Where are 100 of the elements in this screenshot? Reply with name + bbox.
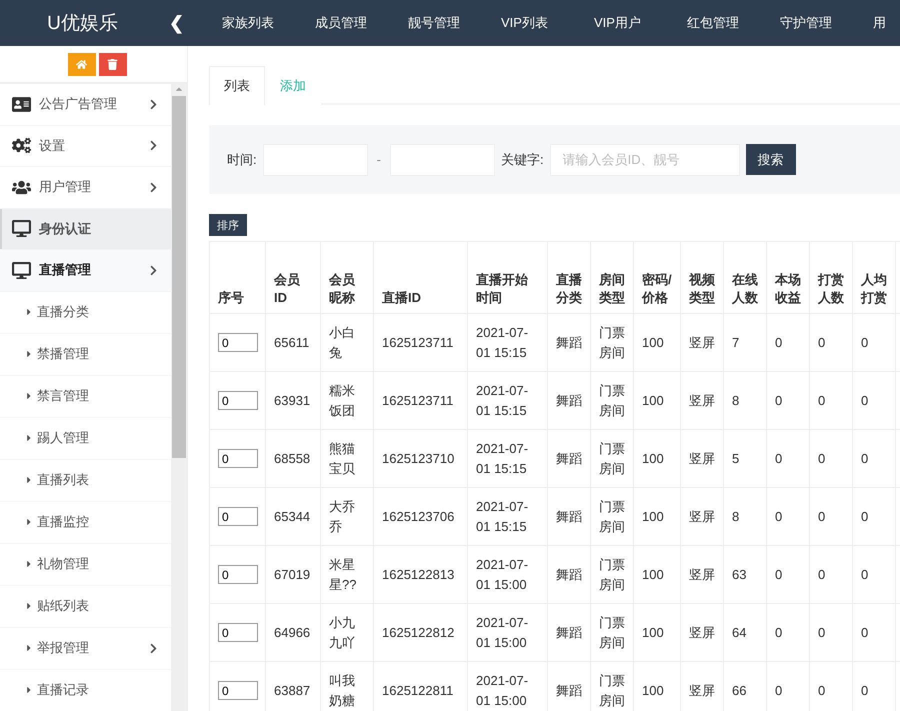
table-cell: 门票房间	[599, 383, 625, 418]
time-label: 时间:	[227, 150, 257, 168]
order-input[interactable]: 0	[218, 391, 258, 410]
table-cell: 0	[861, 392, 868, 408]
table-cell: 舞蹈	[556, 508, 582, 524]
column-header: 人均打赏	[852, 242, 896, 314]
scrollbar[interactable]	[171, 84, 187, 711]
table-cell: 100	[642, 334, 664, 350]
table-cell: 小白兔	[329, 325, 355, 360]
table-cell: 0	[818, 392, 826, 408]
search-button[interactable]: 搜索	[746, 144, 796, 175]
table-cell: 熊猫宝贝	[329, 441, 355, 476]
table-cell: 舞蹈	[556, 334, 582, 350]
order-input[interactable]: 0	[218, 681, 258, 700]
sidebar-item[interactable]: 身份认证	[0, 208, 172, 250]
app-logo: U优娱乐	[46, 12, 119, 36]
column-header: 房间类型	[590, 242, 634, 314]
column-header: 在线人数	[724, 242, 766, 314]
order-input[interactable]: 0	[218, 565, 258, 584]
order-input[interactable]: 0	[218, 507, 258, 526]
table-cell: 0	[818, 334, 826, 350]
table-cell: 竖屏	[689, 624, 715, 640]
column-header: 本场收益	[766, 242, 810, 314]
table-cell: 舞蹈	[556, 450, 582, 466]
column-header: 直播ID	[374, 242, 468, 314]
table-cell: 100	[642, 450, 664, 466]
sidebar-item[interactable]: 设置	[0, 126, 172, 167]
table-cell: 2021-07-01 15:15	[476, 325, 528, 360]
table-cell: 64966	[274, 624, 310, 640]
table-cell: 8	[732, 508, 740, 524]
table-cell: 0	[775, 624, 782, 640]
delete-button[interactable]	[98, 52, 126, 76]
table-cell: 0	[861, 566, 868, 582]
table-cell: 竖屏	[689, 508, 715, 524]
table-cell: 65344	[274, 508, 310, 524]
home-button[interactable]	[68, 52, 96, 76]
order-input[interactable]: 0	[218, 623, 258, 642]
monitor-icon	[12, 260, 31, 280]
table-cell: 大乔乔	[329, 499, 355, 534]
table-cell: 64	[732, 624, 746, 640]
table-cell: 1625123711	[382, 392, 454, 408]
table-cell: 门票房间	[599, 673, 625, 708]
column-header: 直播分类	[548, 242, 590, 314]
nav-link[interactable]: VIP用户	[574, 14, 667, 32]
table-cell: 0	[861, 334, 868, 350]
table-cell: 糯米饭团	[329, 383, 355, 418]
column-header: 视频类型	[680, 242, 724, 314]
table-cell: 0	[818, 566, 826, 582]
table-cell: 0	[818, 508, 826, 524]
table-cell: 2021-07-01 15:00	[476, 673, 528, 708]
table-cell: 2021-07-01 15:00	[476, 557, 528, 592]
nav-link[interactable]: 靓号管理	[388, 14, 481, 32]
nav-link[interactable]: 家族列表	[202, 14, 295, 32]
sort-button[interactable]: 排序	[209, 214, 247, 236]
column-header: 密码/价格	[634, 242, 680, 314]
table-cell: 舞蹈	[556, 566, 582, 582]
table-cell: 门票房间	[599, 441, 625, 476]
column-header: 打赏人数	[810, 242, 852, 314]
order-input[interactable]: 0	[218, 449, 258, 468]
table-cell: 0	[775, 334, 782, 350]
table-cell: 0	[861, 624, 868, 640]
trash-icon	[107, 58, 118, 70]
gears-icon	[12, 136, 31, 156]
sidebar-item[interactable]: 直播管理	[0, 250, 172, 292]
nav-link[interactable]: 成员管理	[295, 14, 388, 32]
id-card-icon	[12, 94, 31, 114]
table-cell: 0	[861, 508, 868, 524]
table-cell: 门票房间	[599, 325, 625, 360]
table-cell: 100	[642, 682, 664, 698]
table-cell: 1625123710	[382, 450, 454, 466]
order-input[interactable]: 0	[218, 333, 258, 352]
nav-link[interactable]: VIP列表	[481, 14, 574, 32]
monitor-icon	[12, 219, 31, 238]
table-cell: 0	[861, 450, 868, 466]
table-cell: 门票房间	[599, 557, 625, 592]
table-cell: 舞蹈	[556, 392, 582, 408]
table-cell: 竖屏	[689, 334, 715, 350]
table-cell: 7	[732, 334, 740, 350]
table-cell: 100	[642, 392, 664, 408]
column-header: 会员昵称	[320, 242, 374, 314]
table-cell: 63887	[274, 682, 310, 698]
tab[interactable]: 列表	[209, 66, 265, 105]
collapse-button[interactable]: ❮	[165, 12, 188, 34]
keyword-field[interactable]: 请输入会员ID、靓号	[550, 144, 740, 176]
table-cell: 68558	[274, 450, 310, 466]
table-cell: 竖屏	[689, 450, 715, 466]
nav-link[interactable]: 用	[853, 14, 900, 32]
table-cell: 0	[775, 682, 782, 698]
nav-link[interactable]: 守护管理	[760, 14, 853, 32]
table-cell: 1625123706	[382, 508, 454, 524]
table-cell: 1625122813	[382, 566, 454, 582]
table-cell: 2021-07-01 15:15	[476, 383, 528, 418]
table-cell: 0	[775, 450, 782, 466]
table-cell: 100	[642, 566, 664, 582]
table-cell: 门票房间	[599, 499, 625, 534]
keyword-label: 关键字:	[500, 150, 544, 168]
table-cell: 63931	[274, 392, 310, 408]
table-cell: 门票房间	[599, 615, 625, 650]
nav-link[interactable]: 红包管理	[667, 14, 760, 32]
table-cell: 叫我奶糖	[329, 673, 355, 708]
